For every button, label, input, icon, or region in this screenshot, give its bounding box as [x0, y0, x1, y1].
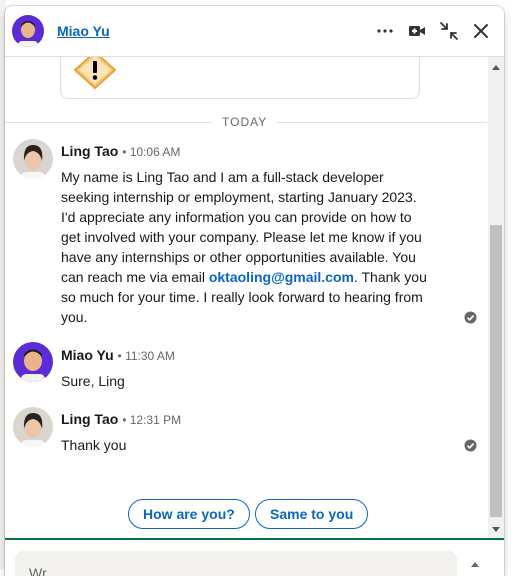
message-text: Thank you — [61, 437, 127, 453]
contact-avatar[interactable] — [12, 15, 44, 47]
scrollbar-thumb[interactable] — [490, 225, 502, 517]
message-time: • 11:30 AM — [117, 349, 175, 363]
message-time: • 10:06 AM — [122, 145, 181, 159]
chat-window: Miao Yu TODAY Ling Tao • 10:06 AM My nam… — [5, 6, 504, 576]
message-item: Miao Yu • 11:30 AM Sure, Ling — [5, 337, 487, 397]
sender-line: Ling Tao • 12:31 PM — [61, 411, 181, 427]
quick-reply-how-are-you[interactable]: How are you? — [128, 499, 250, 529]
message-time: • 12:31 PM — [122, 413, 182, 427]
more-options-icon[interactable] — [373, 19, 397, 43]
date-divider-label: TODAY — [212, 115, 278, 129]
contact-name-link[interactable]: Miao Yu — [57, 23, 110, 39]
sender-line: Ling Tao • 10:06 AM — [61, 143, 180, 159]
quick-replies: How are you? Same to you — [5, 499, 487, 533]
message-list[interactable]: TODAY Ling Tao • 10:06 AM My name is Lin… — [5, 57, 504, 538]
email-link[interactable]: oktaoling@gmail.com — [209, 269, 354, 285]
warning-card — [60, 57, 420, 99]
composer-divider — [5, 538, 504, 540]
close-icon[interactable] — [469, 19, 493, 43]
message-text: My name is Ling Tao and I am a full-stac… — [61, 169, 427, 325]
chat-header: Miao Yu — [5, 6, 504, 57]
scroll-down-arrow-icon[interactable] — [492, 527, 500, 532]
sender-avatar[interactable] — [13, 407, 53, 447]
quick-reply-same-to-you[interactable]: Same to you — [255, 499, 369, 529]
sender-name[interactable]: Ling Tao — [61, 411, 118, 427]
sender-name[interactable]: Miao Yu — [61, 347, 114, 363]
expand-composer-icon[interactable] — [471, 562, 479, 567]
collapse-icon[interactable] — [437, 19, 461, 43]
sender-line: Miao Yu • 11:30 AM — [61, 347, 175, 363]
message-item: Ling Tao • 10:06 AM My name is Ling Tao … — [5, 133, 487, 333]
message-item: Ling Tao • 12:31 PM Thank you — [5, 401, 487, 461]
scroll-up-arrow-icon[interactable] — [492, 65, 500, 70]
warning-icon — [69, 57, 121, 95]
read-receipt-icon — [464, 311, 477, 324]
read-receipt-icon — [464, 439, 477, 452]
message-input-placeholder: Wr — [29, 565, 47, 576]
sender-avatar[interactable] — [13, 342, 53, 382]
message-text: Sure, Ling — [61, 373, 125, 389]
sender-name[interactable]: Ling Tao — [61, 143, 118, 159]
date-divider: TODAY — [5, 112, 487, 132]
sender-avatar[interactable] — [13, 139, 53, 179]
message-input[interactable]: Wr — [15, 551, 457, 576]
video-icon[interactable] — [405, 19, 429, 43]
scrollbar[interactable] — [488, 57, 504, 538]
